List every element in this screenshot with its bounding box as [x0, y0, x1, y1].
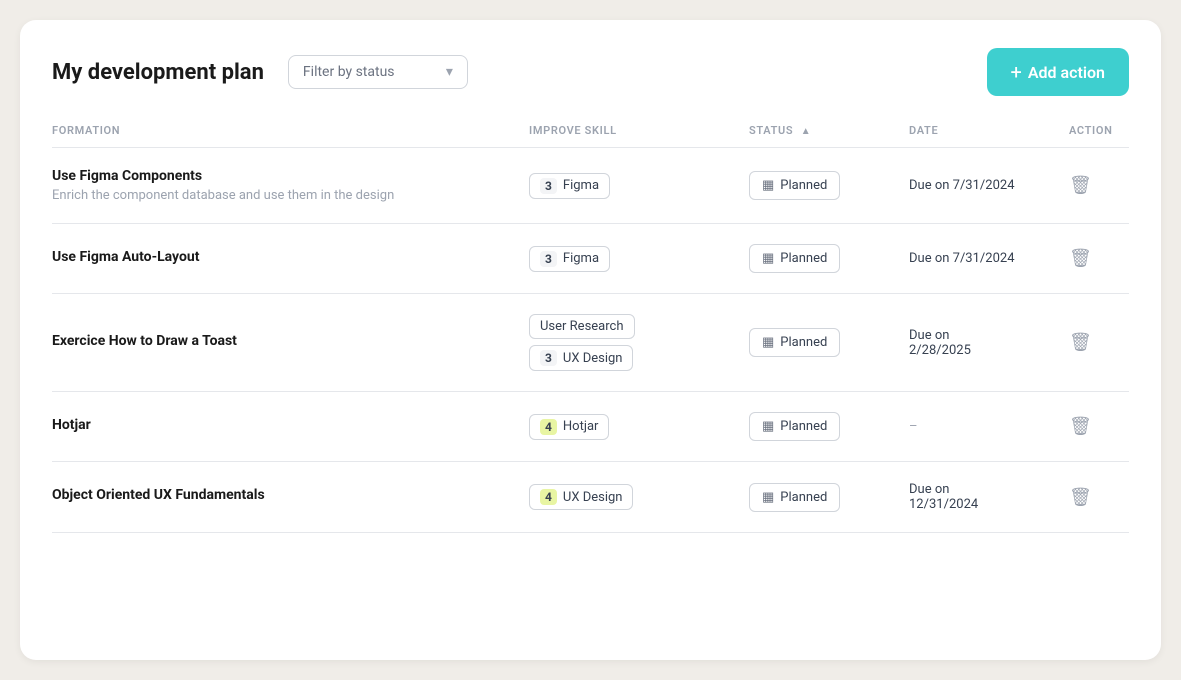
- delete-button[interactable]: 🗑: [1069, 487, 1092, 508]
- skill-tag-user-research: User Research: [529, 314, 635, 339]
- status-badge: ▦ Planned: [749, 244, 840, 273]
- date-cell: Due on 7/31/2024: [909, 251, 1069, 266]
- date-cell: Due on12/31/2024: [909, 482, 1069, 512]
- skill-cell: 3 Figma: [529, 173, 749, 199]
- level-badge: 4: [540, 489, 557, 505]
- row-title: Use Figma Auto-Layout: [52, 249, 529, 265]
- header-left: My development plan Filter by status ▾: [52, 55, 468, 89]
- level-badge: 3: [540, 251, 557, 267]
- calendar-icon: ▦: [762, 490, 774, 505]
- add-action-button[interactable]: + Add action: [987, 48, 1130, 96]
- action-cell: 🗑: [1069, 416, 1129, 437]
- status-cell: ▦ Planned: [749, 171, 909, 200]
- row-formation: Exercice How to Draw a Toast: [52, 333, 529, 353]
- date-cell: Due on 7/31/2024: [909, 178, 1069, 193]
- calendar-icon: ▦: [762, 419, 774, 434]
- skill-label: Hotjar: [563, 419, 599, 434]
- status-badge: ▦ Planned: [749, 412, 840, 441]
- status-cell: ▦ Planned: [749, 244, 909, 273]
- skill-label: Figma: [563, 178, 599, 193]
- status-label: Planned: [780, 178, 827, 193]
- table-row: Use Figma Components Enrich the componen…: [52, 148, 1129, 224]
- status-cell: ▦ Planned: [749, 483, 909, 512]
- status-badge: ▦ Planned: [749, 171, 840, 200]
- row-formation: Hotjar: [52, 417, 529, 437]
- main-card: My development plan Filter by status ▾ +…: [20, 20, 1161, 660]
- delete-button[interactable]: 🗑: [1069, 416, 1092, 437]
- action-cell: 🗑: [1069, 487, 1129, 508]
- skill-cell: 4 UX Design: [529, 484, 749, 510]
- skill-label: UX Design: [563, 490, 623, 505]
- status-badge: ▦ Planned: [749, 483, 840, 512]
- delete-button[interactable]: 🗑: [1069, 332, 1092, 353]
- table-row: Exercice How to Draw a Toast User Resear…: [52, 294, 1129, 392]
- action-cell: 🗑: [1069, 248, 1129, 269]
- status-label: Planned: [780, 490, 827, 505]
- table-header: FORMATION IMPROVE SKILL STATUS ▲ DATE AC…: [52, 124, 1129, 148]
- column-action: ACTION: [1069, 124, 1129, 137]
- row-formation: Object Oriented UX Fundamentals: [52, 487, 529, 507]
- add-action-label: Add action: [1028, 63, 1105, 82]
- column-formation: FORMATION: [52, 124, 529, 137]
- skill-tag: 3 Figma: [529, 173, 610, 199]
- filter-label: Filter by status: [303, 64, 395, 80]
- row-title: Object Oriented UX Fundamentals: [52, 487, 529, 503]
- table-row: Use Figma Auto-Layout 3 Figma ▦ Planned …: [52, 224, 1129, 294]
- date-cell: Due on2/28/2025: [909, 328, 1069, 358]
- row-formation: Use Figma Auto-Layout: [52, 249, 529, 269]
- delete-button[interactable]: 🗑: [1069, 248, 1092, 269]
- row-title: Hotjar: [52, 417, 529, 433]
- skill-cell: 4 Hotjar: [529, 414, 749, 440]
- skill-tag: 4 UX Design: [529, 484, 633, 510]
- row-title: Exercice How to Draw a Toast: [52, 333, 529, 349]
- chevron-down-icon: ▾: [446, 64, 453, 80]
- calendar-icon: ▦: [762, 251, 774, 266]
- table-row: Hotjar 4 Hotjar ▦ Planned – 🗑: [52, 392, 1129, 462]
- skill-cell: User Research 3 UX Design: [529, 314, 749, 371]
- status-badge: ▦ Planned: [749, 328, 840, 357]
- column-date: DATE: [909, 124, 1069, 137]
- status-label: Planned: [780, 335, 827, 350]
- row-formation: Use Figma Components Enrich the componen…: [52, 168, 529, 203]
- status-label: Planned: [780, 251, 827, 266]
- table-row: Object Oriented UX Fundamentals 4 UX Des…: [52, 462, 1129, 533]
- filter-dropdown[interactable]: Filter by status ▾: [288, 55, 468, 89]
- column-improve-skill: IMPROVE SKILL: [529, 124, 749, 137]
- status-label: Planned: [780, 419, 827, 434]
- column-status[interactable]: STATUS ▲: [749, 124, 909, 137]
- header: My development plan Filter by status ▾ +…: [52, 48, 1129, 96]
- status-label: STATUS: [749, 124, 793, 137]
- skill-tag: 3 UX Design: [529, 345, 633, 371]
- skill-label: Figma: [563, 251, 599, 266]
- action-cell: 🗑: [1069, 332, 1129, 353]
- page-title: My development plan: [52, 60, 264, 85]
- plus-icon: +: [1011, 60, 1022, 84]
- skill-label: User Research: [540, 319, 624, 334]
- skill-tag: 3 Figma: [529, 246, 610, 272]
- calendar-icon: ▦: [762, 335, 774, 350]
- level-badge: 4: [540, 419, 557, 435]
- action-cell: 🗑: [1069, 175, 1129, 196]
- calendar-icon: ▦: [762, 178, 774, 193]
- status-cell: ▦ Planned: [749, 328, 909, 357]
- delete-button[interactable]: 🗑: [1069, 175, 1092, 196]
- level-badge: 3: [540, 350, 557, 366]
- level-badge: 3: [540, 178, 557, 194]
- row-title: Use Figma Components: [52, 168, 529, 184]
- skill-tag: 4 Hotjar: [529, 414, 609, 440]
- date-cell: –: [909, 419, 1069, 434]
- row-subtitle: Enrich the component database and use th…: [52, 188, 529, 203]
- sort-asc-icon: ▲: [801, 126, 812, 137]
- skill-label: UX Design: [563, 351, 623, 366]
- skill-cell: 3 Figma: [529, 246, 749, 272]
- status-cell: ▦ Planned: [749, 412, 909, 441]
